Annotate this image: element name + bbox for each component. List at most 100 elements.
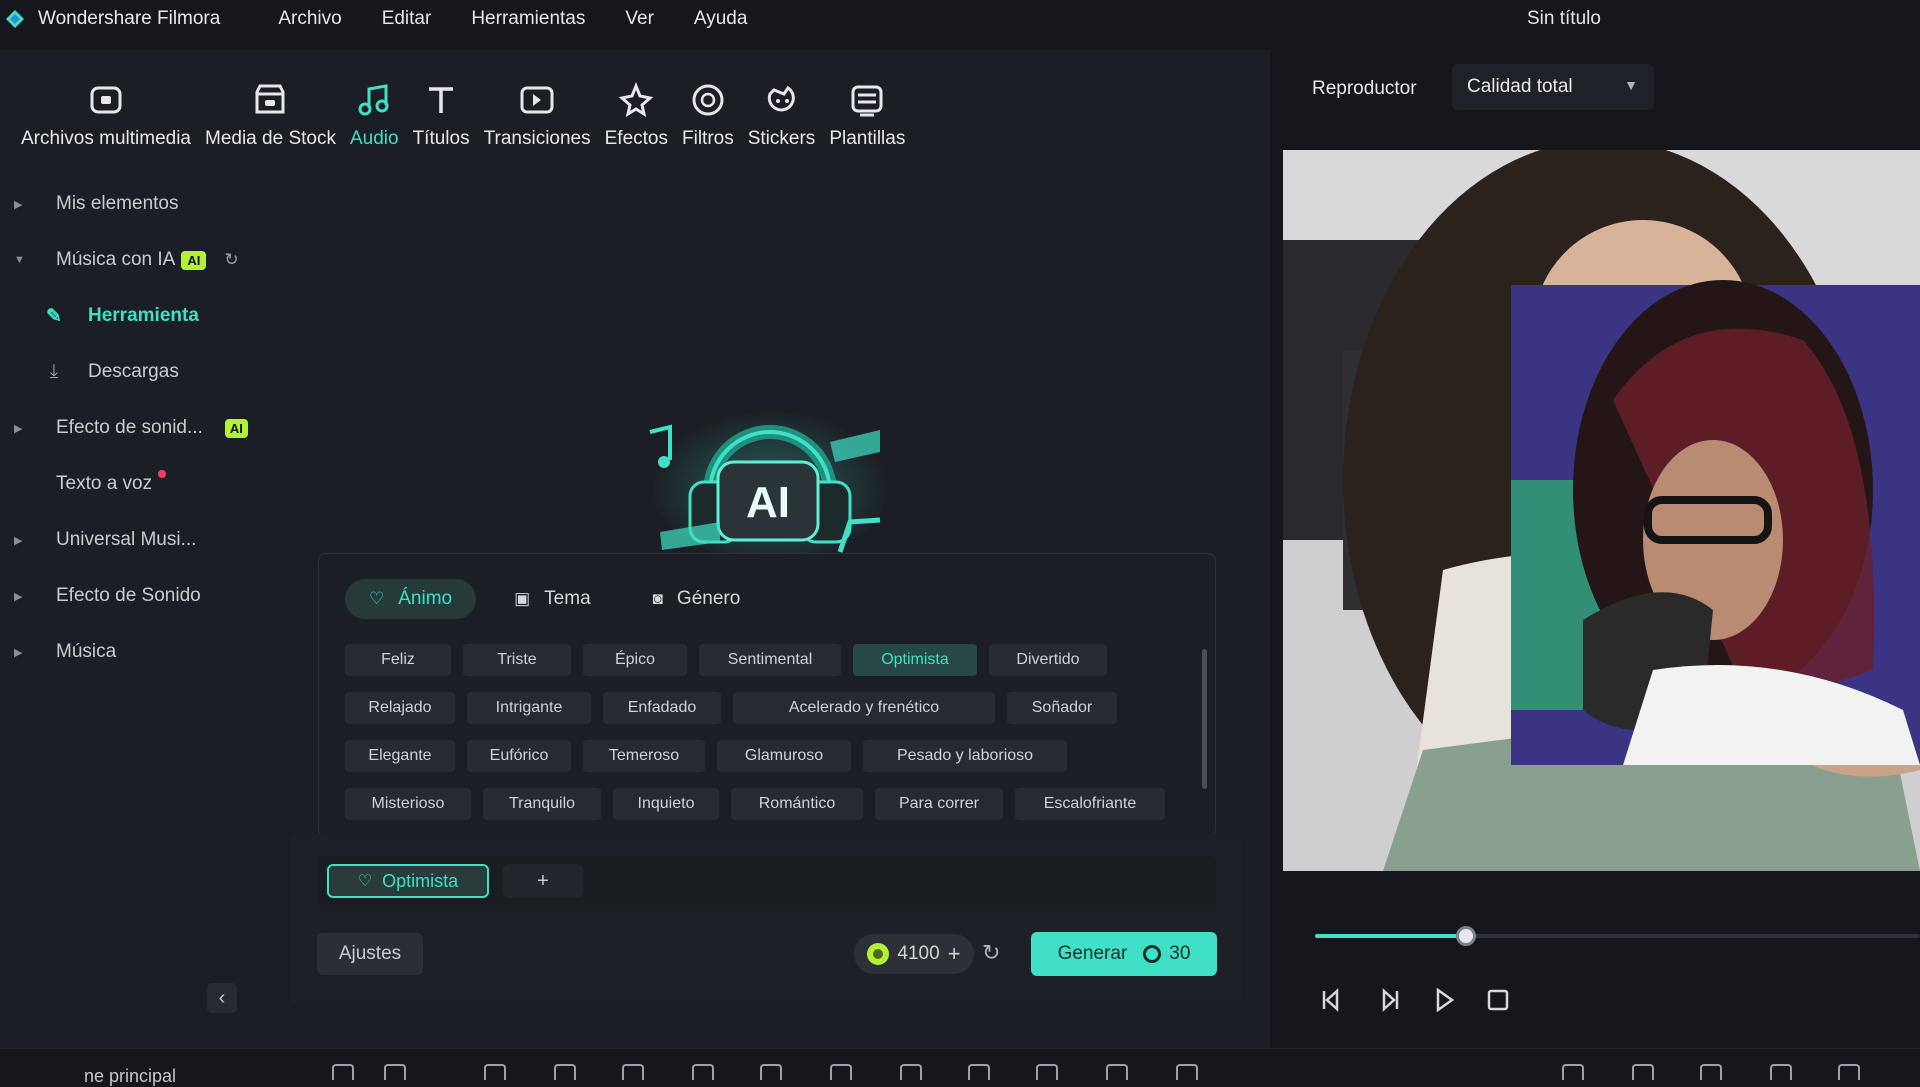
mood-chip[interactable]: Tranquilo	[483, 788, 601, 820]
audio-tools-icon[interactable]	[1106, 1064, 1128, 1080]
render-icon[interactable]	[1632, 1064, 1654, 1080]
speed-icon[interactable]	[968, 1064, 990, 1080]
mood-chip-selected[interactable]: Optimista	[853, 644, 977, 676]
tab-archivos-multimedia[interactable]: Archivos multimedia	[14, 50, 198, 150]
mood-chip[interactable]: Feliz	[345, 644, 451, 676]
history-icon[interactable]: ↻	[224, 250, 238, 270]
sidebar-item-label: Universal Musi...	[56, 529, 197, 550]
timeline-track-label[interactable]: ne principal	[84, 1066, 176, 1087]
sidebar-item-label: Efecto de Sonido	[56, 585, 201, 606]
caret-right-icon: ▶	[14, 422, 23, 435]
chip-row: Relajado Intrigante Enfadado Acelerado y…	[345, 692, 1195, 726]
add-tag-button[interactable]: +	[503, 864, 583, 898]
text-icon[interactable]	[760, 1064, 782, 1080]
mood-chip[interactable]: Temeroso	[583, 740, 705, 772]
mood-chip[interactable]: Soñador	[1007, 692, 1117, 724]
refresh-icon[interactable]: ↻	[982, 940, 1000, 966]
sidebar-item-musica[interactable]: ▶ Música	[0, 626, 235, 678]
sidebar-item-musica-con-ia[interactable]: ▼ Música con IA AI ↻	[0, 234, 270, 286]
collapse-sidebar-button[interactable]: ‹	[207, 983, 237, 1013]
tab-titulos[interactable]: Títulos	[406, 50, 477, 150]
redo-icon[interactable]	[554, 1064, 576, 1080]
mic-icon[interactable]	[1838, 1064, 1860, 1080]
mood-chip[interactable]: Glamuroso	[717, 740, 851, 772]
mood-chip[interactable]: Triste	[463, 644, 571, 676]
menu-ver[interactable]: Ver	[625, 8, 654, 30]
mood-chip[interactable]: Épico	[583, 644, 687, 676]
mood-chip[interactable]: Elegante	[345, 740, 455, 772]
undo-icon[interactable]	[484, 1064, 506, 1080]
mood-chip[interactable]: Acelerado y frenético	[733, 692, 995, 724]
mood-chip[interactable]: Sentimental	[699, 644, 841, 676]
theme-icon: ▣	[514, 589, 531, 608]
genre-icon: ◙	[652, 589, 663, 608]
mood-chip[interactable]: Escalofriante	[1015, 788, 1165, 820]
mood-panel-scrollbar[interactable]	[1202, 649, 1207, 789]
sidebar-item-universal-music[interactable]: ▶ Universal Musi...	[0, 514, 235, 566]
caret-right-icon: ▶	[14, 590, 23, 603]
mood-chip[interactable]: Enfadado	[603, 692, 721, 724]
mood-chip[interactable]: Intrigante	[467, 692, 591, 724]
menu-archivo[interactable]: Archivo	[278, 8, 341, 30]
quality-dropdown[interactable]: Calidad total ▼	[1452, 64, 1654, 110]
keyframe-icon[interactable]	[1036, 1064, 1058, 1080]
mood-chip[interactable]: Divertido	[989, 644, 1107, 676]
mood-icon: ♡	[357, 873, 373, 890]
notification-dot	[158, 470, 167, 478]
sidebar-item-mis-elementos[interactable]: ▶ Mis elementos	[0, 178, 235, 230]
tab-tema[interactable]: ▣ Tema	[490, 579, 615, 619]
ai-icon[interactable]	[1562, 1064, 1584, 1080]
tab-media-de-stock[interactable]: Media de Stock	[198, 50, 343, 150]
chip-row: Feliz Triste Épico Sentimental Optimista…	[345, 644, 1195, 678]
generate-button[interactable]: Generar 30	[1031, 932, 1217, 976]
tab-label: Ánimo	[398, 588, 453, 609]
sidebar-item-herramienta[interactable]: ✎ Herramienta	[0, 290, 235, 342]
document-title: Sin título	[1527, 8, 1601, 29]
chevron-down-icon: ▼	[1624, 77, 1638, 93]
credits-balance[interactable]: 4100 +	[854, 934, 974, 974]
menu-herramientas[interactable]: Herramientas	[471, 8, 585, 30]
snapshot-icon[interactable]	[1770, 1064, 1792, 1080]
mood-chip[interactable]: Romántico	[731, 788, 863, 820]
add-credits-icon: +	[947, 941, 961, 966]
play-button[interactable]	[1427, 983, 1461, 1017]
mood-chip[interactable]: Relajado	[345, 692, 455, 724]
pointer-icon[interactable]	[384, 1064, 406, 1080]
link-icon[interactable]	[1176, 1064, 1198, 1080]
mood-chip[interactable]: Pesado y laborioso	[863, 740, 1067, 772]
tab-label: Género	[676, 588, 741, 609]
tab-stickers[interactable]: Stickers	[741, 50, 823, 150]
playback-seek-bar[interactable]	[1315, 926, 1920, 946]
tab-filtros[interactable]: Filtros	[675, 50, 741, 150]
chevron-left-icon: ‹	[218, 986, 226, 1009]
stop-button[interactable]	[1481, 983, 1515, 1017]
tab-animo[interactable]: ♡ Ánimo	[345, 579, 477, 619]
sidebar-item-efecto-de-sonido[interactable]: ▶ Efecto de Sonido	[0, 570, 235, 622]
tab-efectos[interactable]: Efectos	[598, 50, 675, 150]
selected-tag-optimista[interactable]: ♡ Optimista	[327, 864, 489, 898]
tab-transiciones[interactable]: Transiciones	[477, 50, 598, 150]
mood-chip[interactable]: Inquieto	[613, 788, 719, 820]
tab-plantillas[interactable]: Plantillas	[822, 50, 912, 150]
marker-icon[interactable]	[1700, 1064, 1722, 1080]
next-frame-button[interactable]	[1372, 983, 1406, 1017]
split-icon[interactable]	[692, 1064, 714, 1080]
settings-button[interactable]: Ajustes	[317, 933, 423, 975]
sidebar-item-label: Descargas	[88, 361, 179, 382]
mood-chip[interactable]: Misterioso	[345, 788, 471, 820]
tab-genero[interactable]: ◙ Género	[629, 579, 765, 619]
sidebar-item-texto-a-voz[interactable]: Texto a voz	[0, 458, 235, 510]
layout-icon[interactable]	[332, 1064, 354, 1080]
crop-icon[interactable]	[830, 1064, 852, 1080]
mood-chip[interactable]: Para correr	[875, 788, 1003, 820]
menu-ayuda[interactable]: Ayuda	[694, 8, 748, 30]
previous-frame-button[interactable]	[1315, 983, 1349, 1017]
color-icon[interactable]	[900, 1064, 922, 1080]
delete-icon[interactable]	[622, 1064, 644, 1080]
tab-audio[interactable]: Audio	[343, 50, 406, 150]
filter-icon	[692, 84, 724, 116]
sidebar-item-efecto-de-sonido-ai[interactable]: ▶ Efecto de sonid... AI	[0, 402, 270, 454]
sidebar-item-descargas[interactable]: ⤓ Descargas	[0, 346, 235, 398]
menu-editar[interactable]: Editar	[382, 8, 432, 30]
mood-chip[interactable]: Eufórico	[467, 740, 571, 772]
